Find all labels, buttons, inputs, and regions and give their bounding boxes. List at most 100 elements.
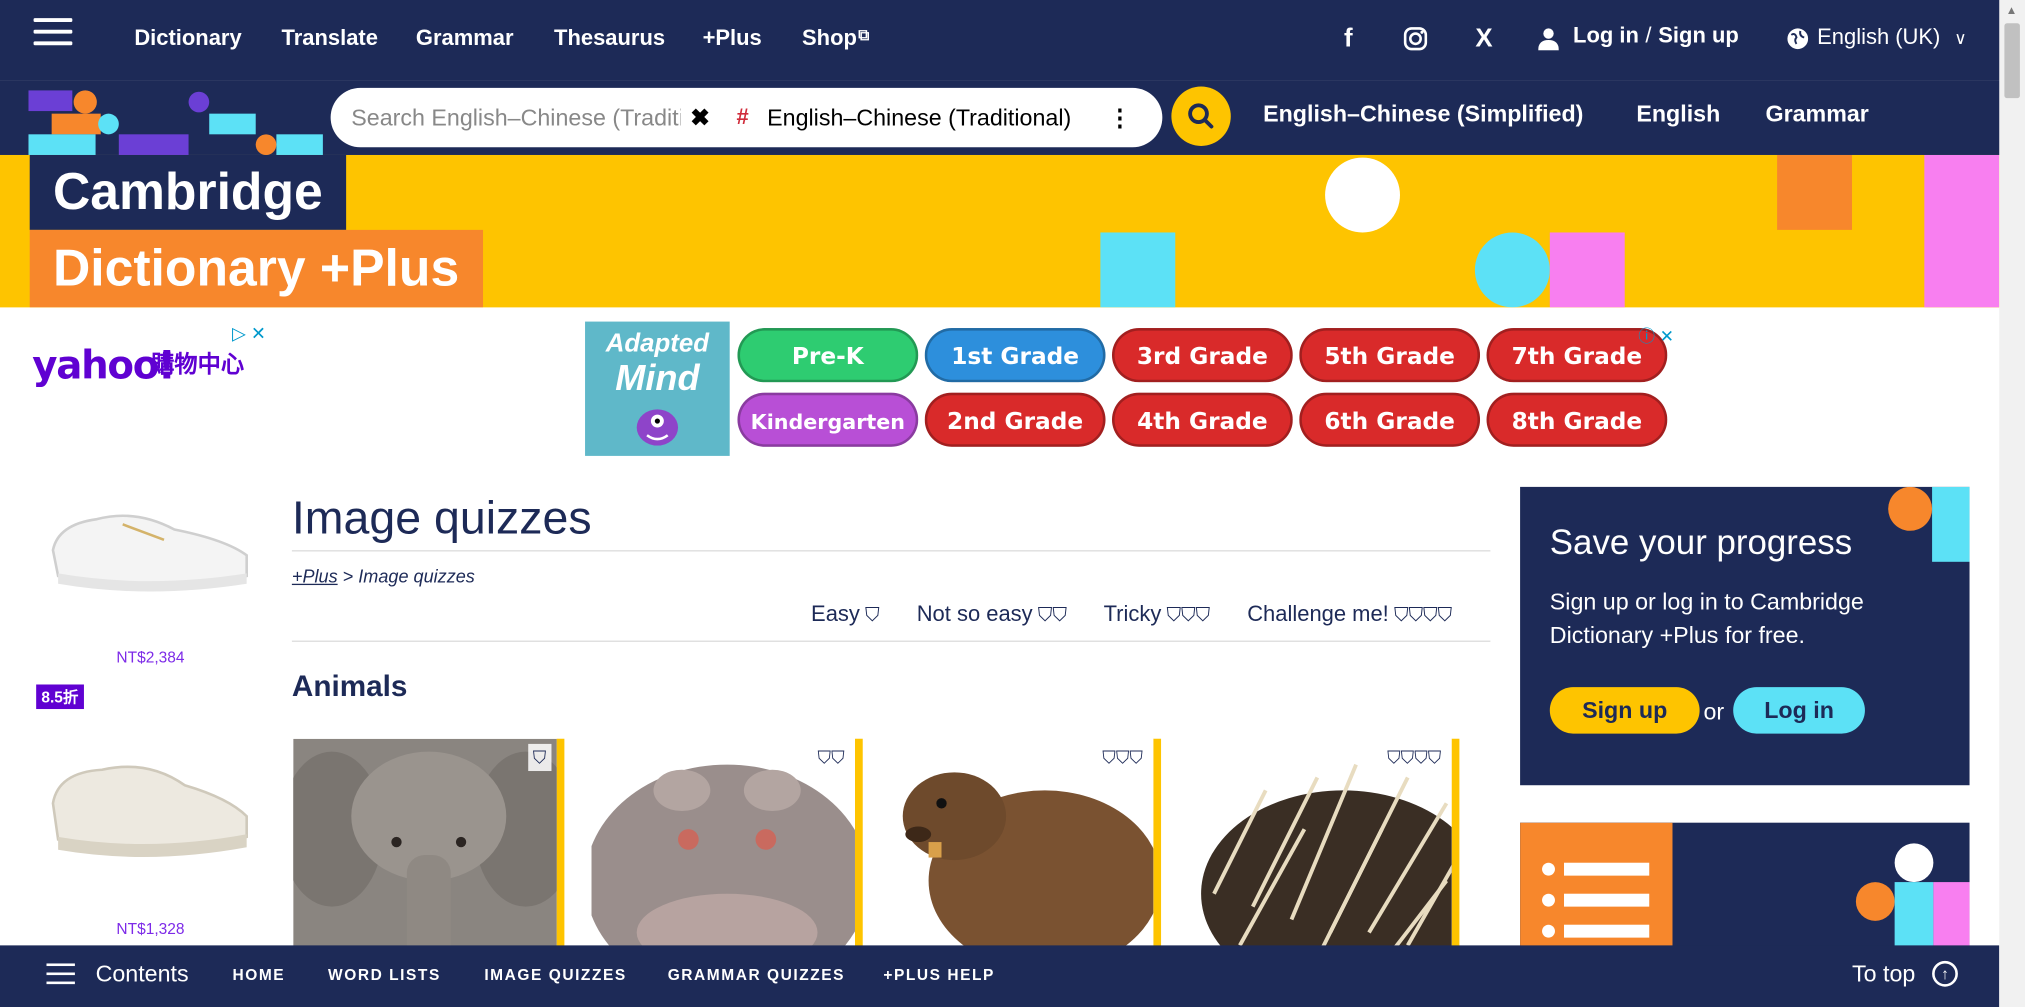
logo-icon[interactable] — [28, 85, 325, 155]
external-link-icon: ⧉ — [858, 25, 870, 44]
grade-3rd[interactable]: 3rd Grade — [1111, 328, 1293, 383]
nav-translate[interactable]: Translate — [282, 26, 378, 52]
grade-kindergarten[interactable]: Kindergarten — [737, 392, 919, 447]
grade-1st[interactable]: 1st Grade — [924, 328, 1106, 383]
nav-dictionary[interactable]: Dictionary — [134, 26, 241, 52]
user-icon[interactable] — [1534, 21, 1562, 57]
instagram-icon[interactable] — [1396, 21, 1435, 57]
sidebar-login-button[interactable]: Log in — [1733, 687, 1865, 734]
bottom-bar: Contents HOME WORD LISTS IMAGE QUIZZES G… — [0, 945, 2000, 1007]
language-selector[interactable]: English (UK) ∨ — [1817, 25, 1966, 51]
difficulty-badge: ⛉ — [527, 743, 552, 772]
divider — [291, 640, 1491, 642]
scrollbar-thumb[interactable] — [2004, 23, 2020, 99]
difficulty-legend: Easy ⛉ Not so easy ⛉⛉ Tricky ⛉⛉⛉ Challenge … — [811, 602, 1452, 628]
beaver-image — [889, 738, 1154, 972]
to-top-link[interactable]: To top — [1852, 961, 1915, 988]
brand-title-line2[interactable]: Dictionary +Plus — [29, 229, 483, 308]
shield-icon: ⛉⛉ — [1037, 604, 1067, 627]
grade-5th[interactable]: 5th Grade — [1299, 328, 1481, 383]
search-button[interactable] — [1171, 86, 1231, 146]
bottom-link-grammar-quizzes[interactable]: GRAMMAR QUIZZES — [668, 966, 845, 984]
nav-grammar[interactable]: Grammar — [416, 26, 514, 52]
breadcrumb: +Plus > Image quizzes — [292, 566, 475, 587]
ad-choices-icon[interactable]: ▷ ✕ — [232, 323, 266, 345]
signup-link[interactable]: Sign up — [1658, 23, 1738, 49]
chevron-down-icon: ∨ — [1954, 28, 1967, 48]
language-label: English (UK) — [1817, 24, 1941, 50]
dict-link-grammar[interactable]: Grammar — [1765, 101, 1868, 128]
level-label: Easy — [811, 601, 860, 627]
ad-info-icon[interactable]: ⓘ ✕ — [1638, 323, 1674, 348]
facebook-icon[interactable]: f — [1329, 21, 1368, 57]
grade-6th[interactable]: 6th Grade — [1299, 392, 1481, 447]
arrow-up-icon[interactable]: ↑ — [1932, 960, 1958, 987]
hippopotamus-image — [591, 738, 855, 972]
ad-top[interactable]: Adapted Mind Pre-K 1st Grade 3rd Grade 5… — [583, 320, 1679, 460]
bottom-link-plus-help[interactable]: +PLUS HELP — [883, 966, 995, 984]
hash-icon[interactable]: # — [723, 101, 762, 135]
dict-link-chinese-simplified[interactable]: English–Chinese (Simplified) — [1263, 101, 1583, 128]
dictionary-selector[interactable]: English–Chinese (Traditional) ⋮ — [767, 101, 1142, 135]
difficulty-badge: ⛉⛉⛉ — [1097, 743, 1149, 772]
more-options-icon: ⋮ — [1108, 104, 1132, 131]
contents-menu-icon[interactable] — [46, 963, 75, 986]
monster-icon — [636, 409, 679, 446]
contents-button[interactable]: Contents — [96, 961, 189, 988]
bottom-link-image-quizzes[interactable]: IMAGE QUIZZES — [484, 966, 626, 984]
grade-8th[interactable]: 8th Grade — [1486, 392, 1668, 447]
decor-square — [1894, 882, 1934, 952]
x-icon[interactable]: X — [1465, 21, 1504, 57]
divider — [291, 550, 1491, 552]
quiz-card-porcupine[interactable]: ⛉⛉⛉⛉ — [1188, 738, 1460, 972]
facebook-letter: f — [1344, 24, 1353, 53]
top-nav: Dictionary Translate Grammar Thesaurus +… — [0, 0, 2025, 81]
bottom-link-word-lists[interactable]: WORD LISTS — [328, 966, 441, 984]
dictionary-selector-label: English–Chinese (Traditional) — [767, 104, 1072, 131]
ad-left[interactable]: yahoo! 購物中心 ▷ ✕ NT$2,384 8.5折 NT$1,328 — [29, 320, 272, 946]
level-label: Challenge me! — [1247, 601, 1389, 627]
ad-brand-cn: 購物中心 — [151, 351, 245, 378]
list-icon — [1520, 822, 1673, 952]
grade-4th[interactable]: 4th Grade — [1111, 392, 1293, 447]
search-bar-row: ✖ # English–Chinese (Traditional) ⋮ Engl… — [0, 80, 2025, 155]
promo-panel[interactable] — [1520, 822, 1970, 952]
level-challenge: Challenge me! ⛉⛉⛉⛉ — [1247, 602, 1452, 627]
shield-icon: ⛉⛉⛉ — [1166, 604, 1211, 627]
save-progress-title: Save your progress — [1549, 523, 1853, 562]
dict-link-english[interactable]: English — [1636, 101, 1720, 128]
decor-square — [1777, 154, 1853, 230]
quiz-card-elephant[interactable]: ⛉ — [293, 738, 565, 972]
decor-circle — [1474, 232, 1550, 308]
grade-2nd[interactable]: 2nd Grade — [924, 392, 1106, 447]
brand-title-line1[interactable]: Cambridge — [29, 154, 347, 230]
decor-square — [1100, 232, 1176, 308]
ad-logo-line1: Adapted — [605, 329, 710, 358]
level-not-so-easy: Not so easy ⛉⛉ — [917, 602, 1067, 627]
breadcrumb-plus-link[interactable]: +Plus — [292, 566, 338, 587]
nav-shop[interactable]: Shop⧉ — [802, 26, 869, 52]
level-easy: Easy ⛉ — [811, 602, 880, 627]
clear-search-button[interactable]: ✖ — [682, 101, 718, 135]
globe-icon[interactable] — [1782, 21, 1813, 57]
decor-square — [1549, 232, 1625, 308]
or-label: or — [1703, 698, 1725, 725]
page-scrollbar[interactable]: ▲ — [1999, 0, 2025, 1007]
decor-circle — [1888, 486, 1933, 531]
sidebar-signup-button[interactable]: Sign up — [1549, 687, 1700, 734]
nav-plus[interactable]: +Plus — [703, 26, 762, 52]
login-link[interactable]: Log in — [1573, 23, 1639, 49]
nav-thesaurus[interactable]: Thesaurus — [554, 26, 665, 52]
quiz-card-beaver[interactable]: ⛉⛉⛉ — [889, 738, 1162, 972]
quiz-card-hippopotamus[interactable]: ⛉⛉ — [591, 738, 863, 972]
grade-pre-k[interactable]: Pre-K — [737, 328, 919, 383]
scroll-up-icon[interactable]: ▲ — [2006, 4, 2018, 17]
bottom-link-home[interactable]: HOME — [232, 966, 285, 984]
ad-price-1: NT$2,384 — [116, 648, 185, 667]
ad-logo-line2: Mind — [615, 357, 700, 398]
decor-square — [1924, 154, 2000, 308]
search-box: ✖ # English–Chinese (Traditional) ⋮ — [330, 87, 1163, 148]
search-input[interactable] — [351, 98, 681, 137]
menu-icon[interactable] — [33, 18, 73, 52]
brand-banner: Cambridge Dictionary +Plus — [0, 154, 2000, 308]
